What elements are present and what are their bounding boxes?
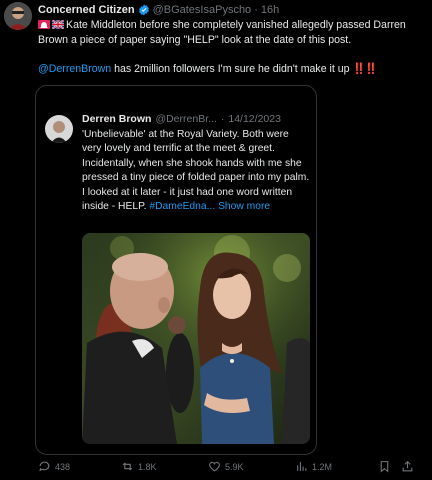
share-button[interactable]: [401, 460, 414, 473]
repost-button[interactable]: 1.8K: [121, 460, 157, 473]
show-more-link[interactable]: Show more: [215, 201, 270, 212]
quoted-author-handle[interactable]: @DerrenBr...: [155, 113, 216, 125]
views-count: 1.2M: [312, 461, 333, 472]
repost-count: 1.8K: [138, 461, 157, 472]
quoted-post[interactable]: Derren Brown @DerrenBr... · 14/12/2023 '…: [35, 85, 317, 455]
quoted-header: Derren Brown @DerrenBr... · 14/12/2023: [82, 113, 281, 125]
reply-count: 438: [55, 461, 71, 472]
action-bar: 438 1.8K 5.9K 1.2M: [0, 456, 432, 478]
bookmark-icon: [380, 461, 389, 473]
quoted-author-avatar[interactable]: [45, 115, 73, 143]
author-name[interactable]: Concerned Citizen: [38, 4, 135, 16]
heart-icon: [209, 461, 220, 472]
hashtag-link[interactable]: #DameEdna...: [149, 201, 215, 212]
quoted-body: 'Unbelievable' at the Royal Variety. Bot…: [82, 129, 310, 213]
post-text-line2: has 2million followers I'm sure he didn'…: [111, 62, 350, 75]
verified-badge-icon: [138, 4, 149, 16]
header-separator: ·: [254, 4, 258, 16]
uk-flag-emoji-icon: [52, 20, 64, 29]
reply-icon: [39, 461, 50, 472]
repost-icon: [122, 462, 133, 471]
post-text-line1: Kate Middleton before she completely van…: [38, 19, 406, 46]
quoted-date[interactable]: 14/12/2023: [228, 113, 281, 125]
mention-link[interactable]: @DerrenBrown: [38, 63, 111, 75]
quoted-photo[interactable]: [82, 233, 310, 444]
like-button[interactable]: 5.9K: [208, 460, 244, 473]
photo-illustration: [82, 233, 310, 444]
alarm-emoji-icon: [38, 20, 50, 29]
quoted-text: 'Unbelievable' at the Royal Variety. Bot…: [82, 128, 310, 214]
reply-button[interactable]: 438: [38, 460, 70, 473]
author-avatar[interactable]: [4, 2, 32, 30]
share-icon: [402, 460, 413, 472]
author-handle[interactable]: @BGatesIsaPyscho: [153, 4, 252, 16]
bookmark-button[interactable]: [378, 460, 391, 473]
post-header: Concerned Citizen @BGatesIsaPyscho · 16h: [38, 3, 279, 17]
post-text: Kate Middleton before she completely van…: [38, 18, 423, 76]
quoted-separator: ·: [220, 113, 225, 125]
double-exclamation: ‼️‼️: [352, 62, 378, 75]
views-button[interactable]: 1.2M: [295, 460, 332, 473]
views-chart-icon: [297, 462, 307, 471]
like-count: 5.9K: [225, 461, 244, 472]
quoted-author-name[interactable]: Derren Brown: [82, 113, 151, 125]
post-timestamp[interactable]: 16h: [261, 4, 279, 16]
